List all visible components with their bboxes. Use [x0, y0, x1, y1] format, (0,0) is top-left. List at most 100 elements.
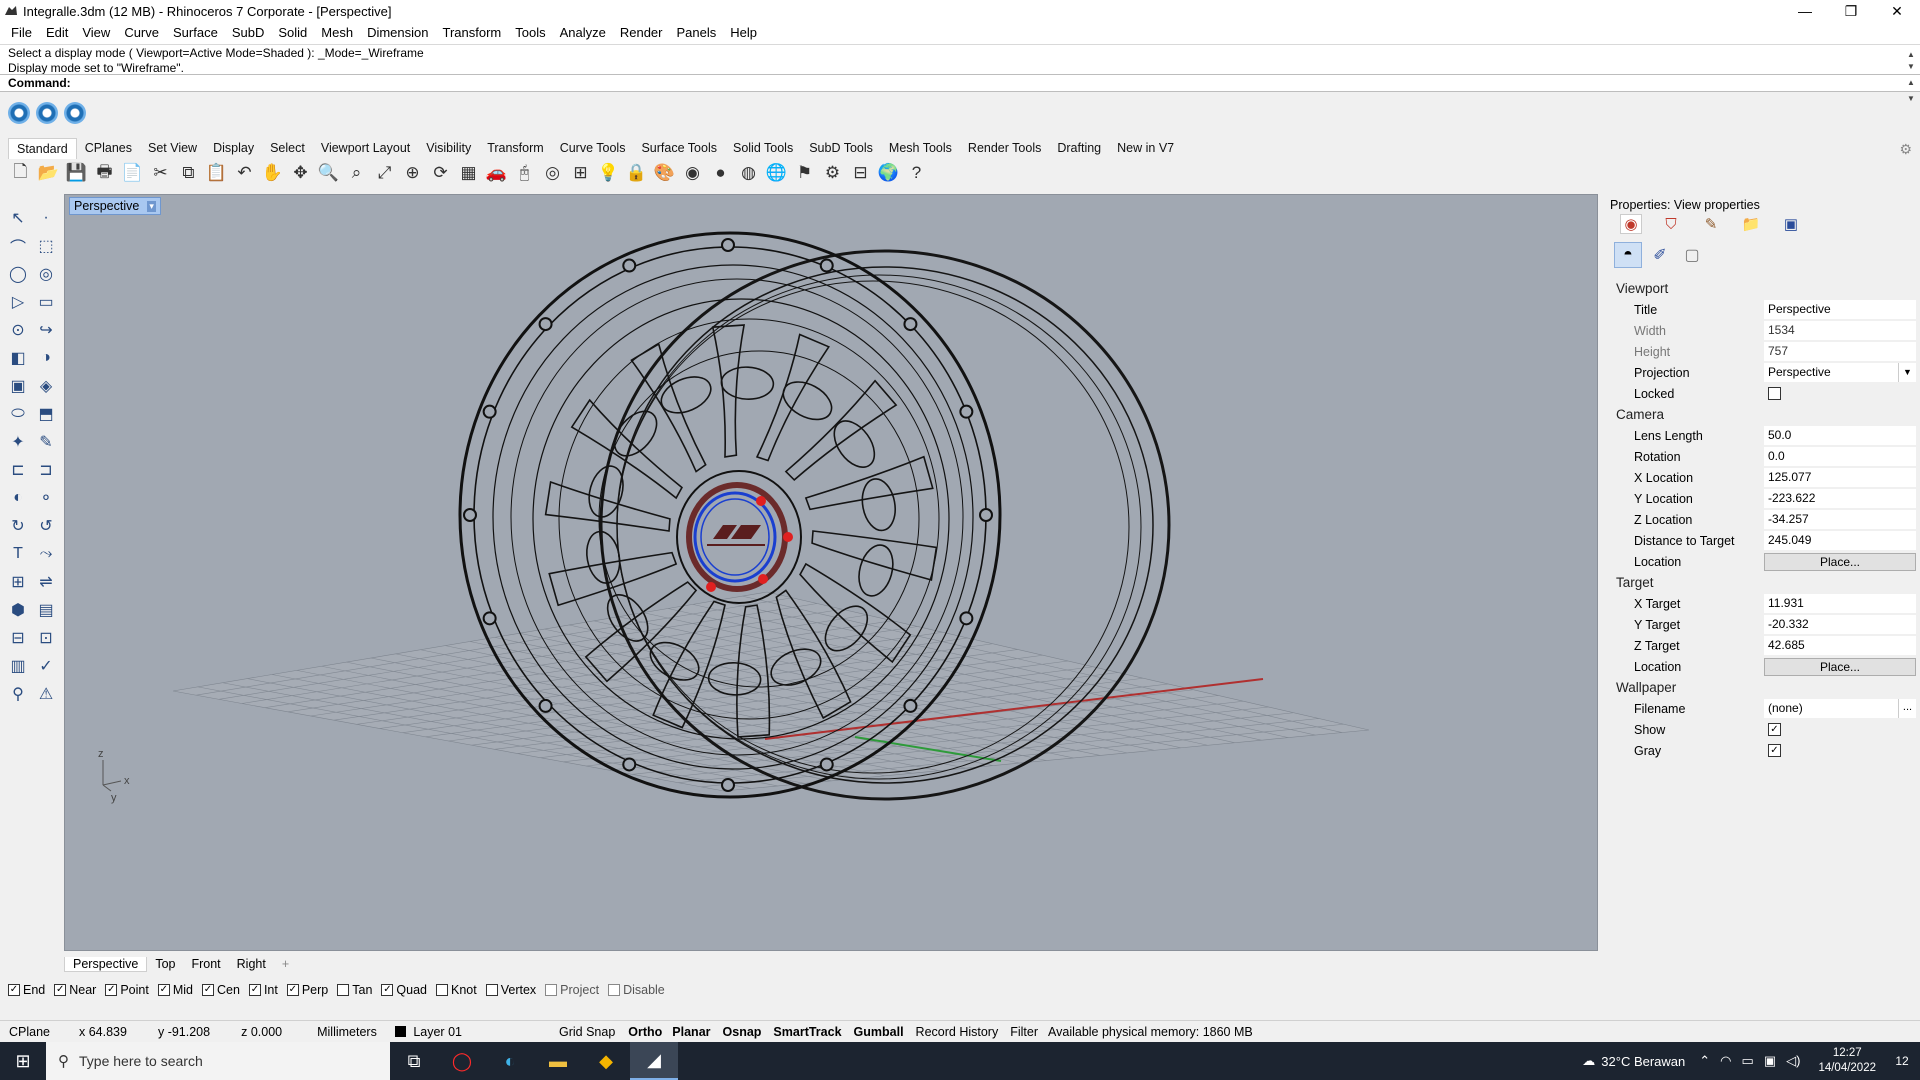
command-scroll-icon[interactable]: ▲ ▼ — [1904, 75, 1918, 107]
plugin-gear-icon[interactable] — [64, 102, 86, 124]
modeling-tool-icon[interactable]: ⤳ — [32, 540, 60, 568]
tab-surface-tools[interactable]: Surface Tools — [633, 138, 725, 158]
chevron-up-icon[interactable]: ⌃ — [1699, 1053, 1710, 1069]
gumball-toggle[interactable]: Gumball — [848, 1025, 910, 1039]
app-icon[interactable]: ◆ — [582, 1042, 630, 1080]
sphere-icon[interactable]: ● — [708, 161, 733, 185]
osnap-tan[interactable]: Tan — [337, 983, 372, 997]
ortho-toggle[interactable]: Ortho — [624, 1025, 666, 1039]
tab-transform[interactable]: Transform — [479, 138, 552, 158]
color-icon[interactable]: 🎨 — [652, 161, 677, 185]
color-wheel-icon[interactable]: ◉ — [680, 161, 705, 185]
osnap-checkbox[interactable]: ✓ — [54, 984, 67, 996]
tab-render-tools[interactable]: Render Tools — [960, 138, 1049, 158]
x-location-field[interactable]: 125.077 — [1764, 468, 1916, 487]
print-icon[interactable]: 🖶 — [92, 161, 117, 185]
grid-snap-toggle[interactable]: Grid Snap — [471, 1025, 624, 1039]
undo-icon[interactable]: ↶ — [232, 161, 257, 185]
modeling-tool-icon[interactable]: ✦ — [4, 428, 32, 456]
tab-visibility[interactable]: Visibility — [418, 138, 479, 158]
modeling-tool-icon[interactable]: ⬢ — [4, 596, 32, 624]
tab-solid-tools[interactable]: Solid Tools — [725, 138, 801, 158]
modeling-tool-icon[interactable]: ⚬ — [32, 484, 60, 512]
modeling-tool-icon[interactable]: ▭ — [32, 288, 60, 316]
modeling-tool-icon[interactable]: ⊐ — [32, 456, 60, 484]
viewport-title-tab[interactable]: Perspective ▾ — [69, 197, 161, 215]
osnap-checkbox[interactable] — [436, 984, 448, 996]
osnap-near[interactable]: ✓ Near — [54, 983, 96, 997]
y-location-field[interactable]: -223.622 — [1764, 489, 1916, 508]
cut-icon[interactable]: ✂ — [148, 161, 173, 185]
modeling-tool-icon[interactable]: ◑ — [32, 344, 60, 372]
view-camera-icon[interactable]: ◓ — [1614, 242, 1642, 268]
menu-edit[interactable]: Edit — [39, 23, 75, 43]
camera-icon[interactable]: ▣ — [1764, 1053, 1776, 1069]
toolbar-settings-gear-icon[interactable]: ⚙ — [1899, 141, 1912, 158]
browse-button[interactable]: ... — [1898, 699, 1916, 718]
modeling-tool-icon[interactable]: T — [4, 540, 32, 568]
import-icon[interactable]: 📄 — [120, 161, 145, 185]
modeling-tool-icon[interactable]: ▣ — [4, 372, 32, 400]
weather-widget[interactable]: ☁ 32°C Berawan — [1582, 1053, 1685, 1069]
menu-help[interactable]: Help — [723, 23, 764, 43]
light-icon[interactable]: 💡 — [596, 161, 621, 185]
tab-new-in-v7[interactable]: New in V7 — [1109, 138, 1182, 158]
target-place-button[interactable]: Place... — [1764, 657, 1916, 676]
osnap-project[interactable]: Project — [545, 983, 599, 997]
osnap-checkbox[interactable] — [608, 984, 621, 996]
close-button[interactable]: ✕ — [1874, 0, 1920, 22]
modeling-tool-icon[interactable]: ⊞ — [4, 568, 32, 596]
layer-status[interactable]: Layer 01 — [386, 1025, 471, 1039]
wallpaper-filename-field[interactable]: (none) ... — [1764, 699, 1916, 718]
paste-icon[interactable]: 📋 — [204, 161, 229, 185]
tab-right[interactable]: Right — [229, 957, 274, 971]
smarttrack-toggle[interactable]: SmartTrack — [767, 1025, 847, 1039]
notifications-icon[interactable]: 12 — [1884, 1042, 1920, 1080]
tab-display[interactable]: Display — [205, 138, 262, 158]
modeling-tool-icon[interactable]: ▥ — [4, 652, 32, 680]
menu-transform[interactable]: Transform — [435, 23, 508, 43]
osnap-checkbox[interactable]: ✓ — [248, 984, 261, 996]
tab-subd-tools[interactable]: SubD Tools — [801, 138, 881, 158]
modeling-tool-icon[interactable]: ⬒ — [32, 400, 60, 428]
modeling-tool-icon[interactable]: ↖ — [4, 204, 32, 232]
modeling-tool-icon[interactable]: ⬚ — [32, 232, 60, 260]
osnap-perp[interactable]: ✓ Perp — [286, 983, 328, 997]
modeling-tool-icon[interactable]: ▷ — [4, 288, 32, 316]
menu-view[interactable]: View — [75, 23, 117, 43]
restore-button[interactable]: ❐ — [1828, 0, 1874, 22]
new-icon[interactable]: 🗋 — [8, 161, 33, 185]
zoom-icon[interactable]: 🔍 — [316, 161, 341, 185]
gear-icon[interactable]: ⚙ — [820, 161, 845, 185]
gumball-icon[interactable]: ⚑ — [792, 161, 817, 185]
save-icon[interactable]: 💾 — [64, 161, 89, 185]
modeling-tool-icon[interactable]: ⇌ — [32, 568, 60, 596]
osnap-checkbox[interactable]: ✓ — [381, 984, 394, 996]
globe-icon[interactable]: 🌍 — [876, 161, 901, 185]
car-icon[interactable]: 🚗 — [484, 161, 509, 185]
edge-icon[interactable]: ◐ — [486, 1042, 534, 1080]
modeling-tool-icon[interactable]: ◯ — [4, 260, 32, 288]
pan-icon[interactable]: ✋ — [260, 161, 285, 185]
file-explorer-icon[interactable]: ▬ — [534, 1042, 582, 1080]
chevron-down-icon[interactable]: ▼ — [1898, 363, 1916, 382]
record-history-toggle[interactable]: Record History — [910, 1025, 1005, 1039]
view-window-icon[interactable]: ▢ — [1678, 242, 1706, 268]
locked-checkbox[interactable] — [1768, 387, 1781, 400]
modeling-tool-icon[interactable]: · — [32, 204, 60, 232]
layers-tab-icon[interactable]: ⛉ — [1660, 214, 1682, 234]
sphere-blue-icon[interactable]: 🌐 — [764, 161, 789, 185]
menu-panels[interactable]: Panels — [669, 23, 723, 43]
zoom-selected-icon[interactable]: ⊕ — [400, 161, 425, 185]
modeling-tool-icon[interactable]: ⊙ — [4, 316, 32, 344]
osnap-point[interactable]: ✓ Point — [105, 983, 149, 997]
perspective-viewport[interactable]: z x y Perspective ▾ — [64, 194, 1598, 951]
plugin-gear-icon[interactable] — [36, 102, 58, 124]
plugin-gear-icon[interactable] — [8, 102, 30, 124]
volume-icon[interactable]: ◁) — [1786, 1053, 1800, 1069]
osnap-mid[interactable]: ✓ Mid — [157, 983, 193, 997]
open-icon[interactable]: 📂 — [36, 161, 61, 185]
tab-drafting[interactable]: Drafting — [1049, 138, 1109, 158]
rotate-view-icon[interactable]: ⟳ — [428, 161, 453, 185]
pack-icon[interactable]: ⊞ — [568, 161, 593, 185]
